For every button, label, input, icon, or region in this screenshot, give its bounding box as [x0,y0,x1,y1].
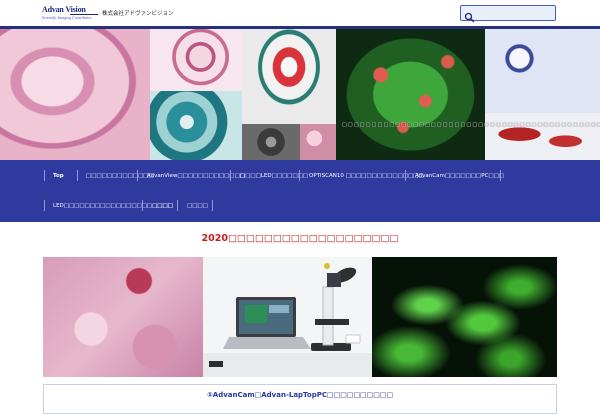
main-navigation: Top □□□□□□□□□□□□□ AdvanView□□□□□□□□□□□□□… [0,160,600,222]
content-card: ①AdvanCam□Advan-LapTopPC□□□□□□□□□□ [43,384,557,414]
nav-separator [230,170,231,181]
feature-image-histology[interactable] [43,257,203,377]
hero-image-grayscale [242,124,300,160]
company-name-jp: 株式会社アドヴァンビジョン [102,11,174,17]
nav-separator [500,170,501,181]
hero-image-red-blood-cells [485,113,600,160]
search-icon[interactable] [464,8,475,23]
nav-separator [142,200,143,211]
nav-item-led[interactable]: □□□□LED□□□□□□□ [240,171,308,181]
nav-separator [405,170,406,181]
nav-separator [137,170,138,181]
logo-wordmark: Advan Vision [42,5,86,14]
hero-image-plant-cells [485,29,600,113]
nav-item-8[interactable]: □□□□ [152,201,173,211]
logo-tagline: Scientific Imaging Contributor [42,15,92,20]
search-input[interactable] [477,7,553,19]
nav-item-9[interactable]: □□□□ [187,201,208,211]
nav-item-optiscan[interactable]: OPTISCAN10 □□□□□□□□□□□□□□□ [309,171,424,181]
hero-caption: □□□□□□□□□□□□□□□□□□□□□□□□□□□□□□□□□□□□□□□□… [342,122,600,128]
microscope-laptop-illustration [203,257,372,377]
company-logo[interactable]: Advan Vision Scientific Imaging Contribu… [42,5,182,23]
nav-separator [44,170,45,181]
hero-image-pink-cells [300,124,336,160]
nav-separator [299,170,300,181]
feature-image-microscope-laptop[interactable] [203,257,372,377]
feature-image-fluorescent-cells[interactable] [372,257,557,377]
section-title: 2020□□□□□□□□□□□□□□□□□□□ [201,233,399,244]
nav-separator [177,200,178,211]
hero-banner: □□□□□□□□□□□□□□□□□□□□□□□□□□□□□□□□□□□□□□□□… [0,29,600,160]
search-box[interactable] [460,5,556,23]
nav-item-2[interactable]: □□□□□□□□□□□□□ [86,171,154,181]
site-header: Advan Vision Scientific Imaging Contribu… [0,0,600,26]
card-title[interactable]: ①AdvanCam□Advan-LapTopPC□□□□□□□□□□ [44,391,556,399]
nav-separator [44,200,45,211]
nav-separator [212,200,213,211]
nav-item-top[interactable]: Top [53,171,64,181]
nav-item-advancam[interactable]: AdvanCam□□□□□□□PC□□□ [415,171,504,181]
hero-image-cross-section [150,29,242,91]
hero-image-tissue-pink [0,29,150,160]
hero-image-red-stain [242,29,336,124]
hero-image-teal-tissue [150,91,242,160]
nav-separator [77,170,78,181]
hero-image-fluorescent-green [336,29,485,160]
